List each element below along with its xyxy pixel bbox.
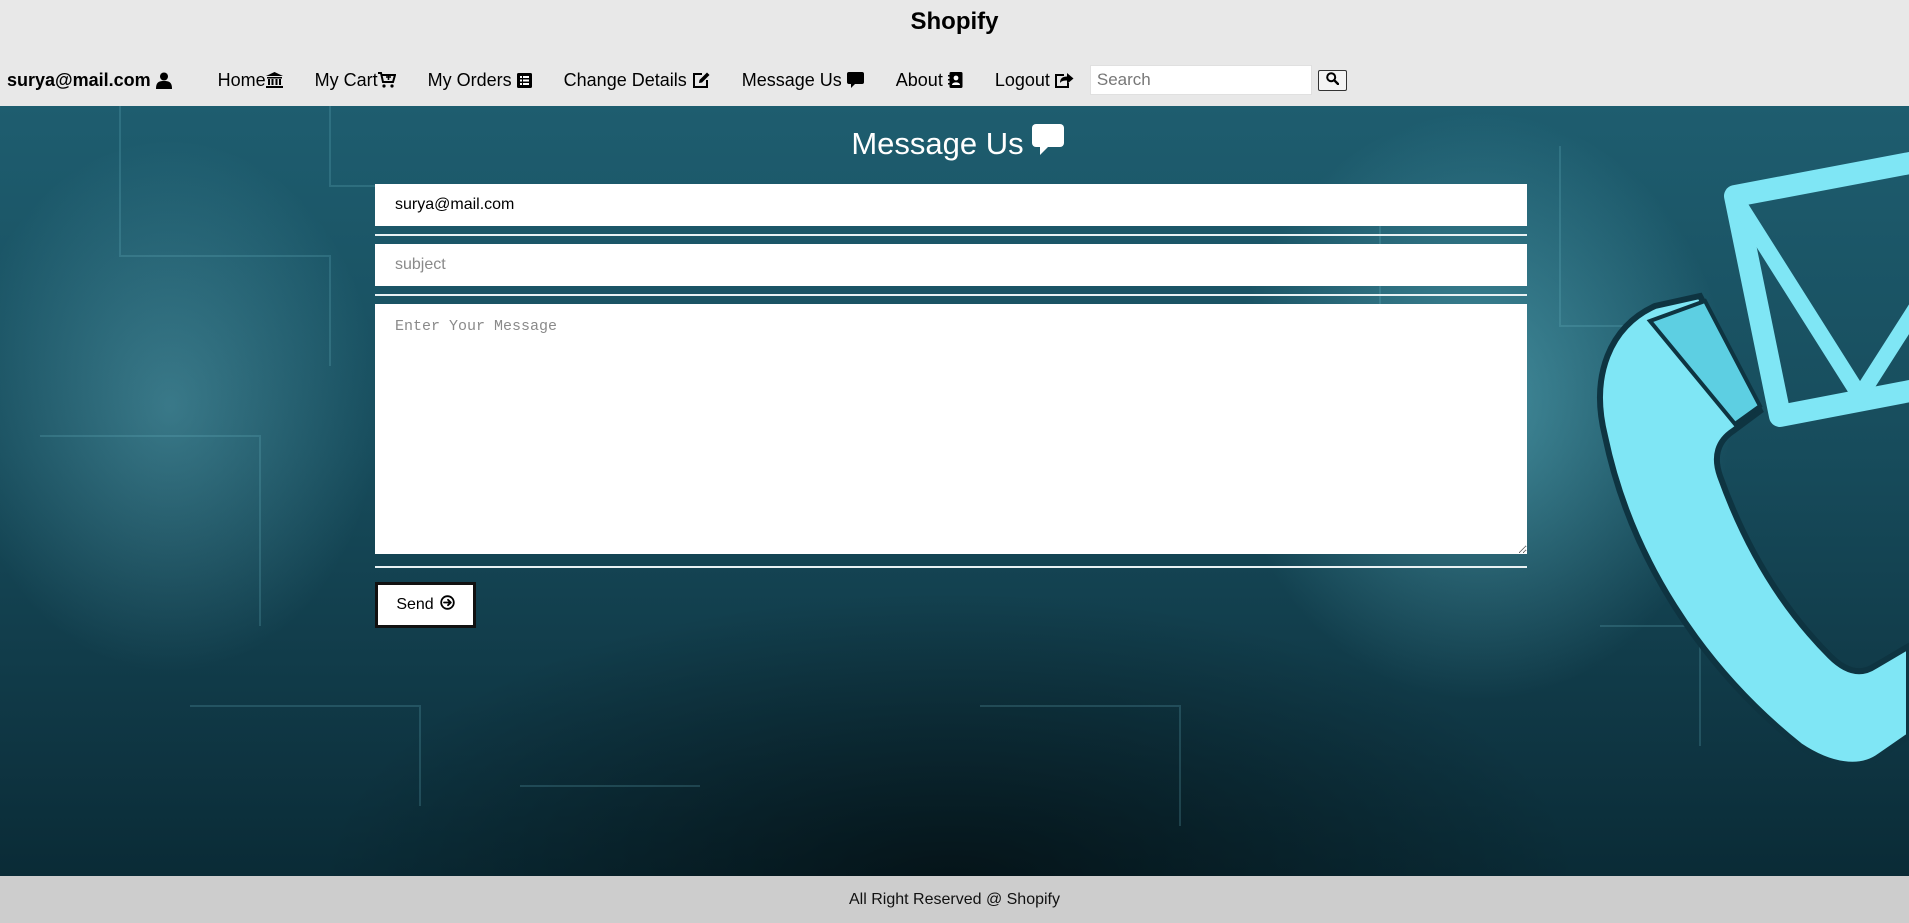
top-header: Shopify surya@mail.com Home My Cart My O… <box>0 0 1909 106</box>
bank-icon <box>265 72 283 88</box>
footer-text: All Right Reserved @ Shopify <box>849 890 1060 908</box>
list-alt-icon <box>516 72 532 88</box>
nav-orders-label: My Orders <box>427 69 512 90</box>
page-title-label: Message Us <box>851 126 1024 161</box>
search-button[interactable] <box>1317 69 1347 91</box>
nav-cart-label: My Cart <box>314 69 378 90</box>
nav-change-details-link[interactable]: Change Details <box>564 70 710 91</box>
brand-title: Shopify <box>910 8 999 35</box>
address-card-icon <box>947 72 963 88</box>
message-page-main: Message Us Send <box>0 106 1909 876</box>
nav-about-label: About <box>895 69 943 90</box>
search-icon <box>1326 72 1340 88</box>
nav-orders-link[interactable]: My Orders <box>428 70 532 91</box>
message-textarea[interactable] <box>375 304 1527 554</box>
page-footer: All Right Reserved @ Shopify <box>0 876 1909 923</box>
share-square-icon <box>1054 72 1074 88</box>
comment-icon <box>846 72 864 88</box>
field-divider <box>375 566 1527 568</box>
arrow-circle-right-icon <box>439 595 455 615</box>
search-input[interactable] <box>1089 65 1312 95</box>
nav-message-link[interactable]: Message Us <box>742 70 864 91</box>
nav-user-account[interactable]: surya@mail.com <box>7 70 172 91</box>
nav-logout-link[interactable]: Logout <box>995 70 1074 91</box>
field-divider <box>375 294 1527 296</box>
cart-plus-icon <box>377 72 396 88</box>
nav-logout-label: Logout <box>994 69 1050 90</box>
page-title: Message Us <box>0 124 1909 164</box>
nav-about-link[interactable]: About <box>896 70 963 91</box>
nav-message-label: Message Us <box>741 69 842 90</box>
nav-change-details-label: Change Details <box>563 69 687 90</box>
send-button[interactable]: Send <box>375 582 476 628</box>
nav-home-label: Home <box>217 69 266 90</box>
email-field[interactable] <box>375 184 1527 226</box>
edit-icon <box>692 72 710 88</box>
send-button-label: Send <box>396 596 434 613</box>
envelope-icon <box>1724 151 1909 427</box>
nav-cart-link[interactable]: My Cart <box>315 70 396 91</box>
user-icon <box>155 72 172 89</box>
field-divider <box>375 234 1527 236</box>
nav-home-link[interactable]: Home <box>218 70 283 91</box>
subject-field[interactable] <box>375 244 1527 286</box>
phone-icon <box>1597 292 1909 768</box>
comment-icon <box>1031 124 1064 164</box>
main-navigation: surya@mail.com Home My Cart My Orders Ch <box>7 64 1347 96</box>
nav-user-label: surya@mail.com <box>7 69 151 90</box>
